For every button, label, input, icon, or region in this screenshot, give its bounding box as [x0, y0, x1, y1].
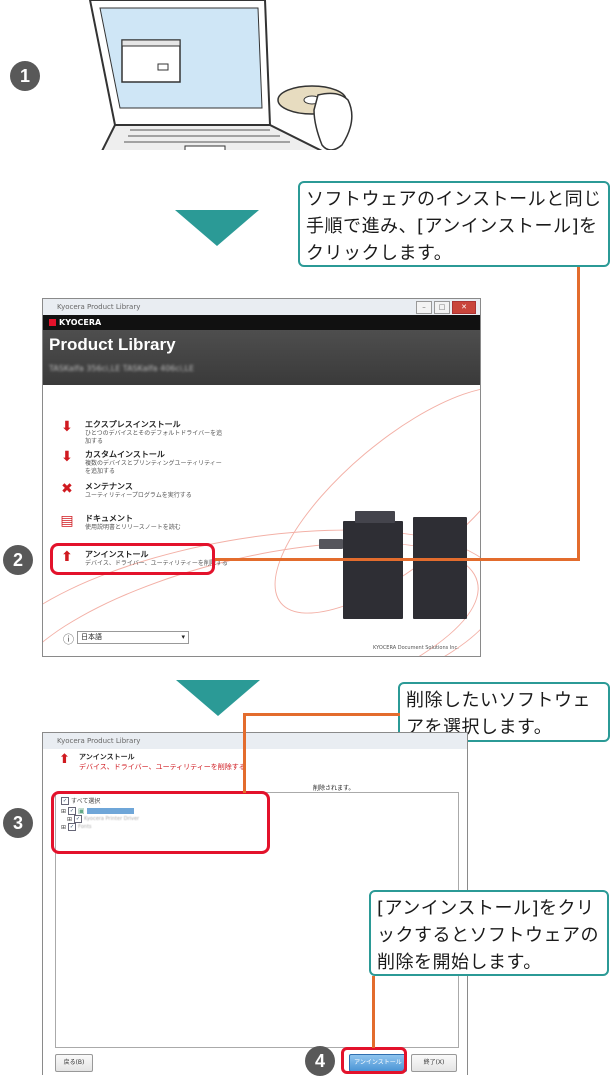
menu-title: エクスプレスインストール [85, 420, 181, 429]
window-titlebar: Kyocera Product Library – □ ✕ [43, 299, 480, 315]
printer-image-right [413, 517, 467, 619]
menu-title: カスタムインストール [85, 450, 165, 459]
window-titlebar: Kyocera Product Library [43, 733, 467, 749]
brand-name: KYOCERA [59, 318, 102, 327]
chevron-down-icon: ▾ [181, 633, 185, 641]
menu-custom-install[interactable]: ⬇ カスタムインストール 複数のデバイスとプリンティングユーティリティーを追加す… [59, 449, 225, 476]
step-1-badge: 1 [10, 61, 40, 91]
highlight-uninstall-button [341, 1047, 407, 1074]
connector-line [243, 713, 246, 793]
connector-line [577, 267, 580, 561]
maximize-button[interactable]: □ [434, 301, 450, 314]
menu-maintenance[interactable]: ✖ メンテナンス ユーティリティープログラムを実行する [59, 481, 225, 500]
kyocera-logo-icon [49, 319, 56, 326]
download-icon: ⬇ [61, 419, 73, 435]
connector-line [243, 713, 400, 716]
tools-icon: ✖ [61, 481, 73, 497]
uninstall-heading: アンインストール [79, 753, 135, 761]
notice-text: 削除されます。 [313, 785, 355, 792]
brand-bar: KYOCERA [43, 315, 480, 330]
product-title: Product Library [49, 335, 176, 354]
menu-title: ドキュメント [85, 514, 133, 523]
step-4-badge: 4 [305, 1046, 335, 1076]
back-button[interactable]: 戻る(B) [55, 1054, 93, 1072]
connector-line [372, 976, 375, 1048]
highlight-uninstall-menu [50, 543, 215, 575]
window-title: Kyocera Product Library [57, 303, 141, 311]
help-icon[interactable]: ⓘ [63, 631, 74, 647]
language-select[interactable]: 日本語 ▾ [77, 631, 189, 644]
menu-desc: ユーティリティープログラムを実行する [85, 492, 192, 499]
step-2-badge: 2 [3, 545, 33, 575]
printer-image-left [343, 521, 403, 619]
uninstall-icon: ⬆ [59, 752, 70, 767]
printer-scanner-left [355, 511, 395, 523]
uninstall-subheading: デバイス、ドライバー、ユーティリティーを削除する [79, 763, 246, 771]
window-title: Kyocera Product Library [57, 737, 141, 745]
minimize-button[interactable]: – [416, 301, 432, 314]
flow-arrow-1 [175, 210, 259, 246]
printer-tray [319, 539, 343, 549]
menu-documents[interactable]: ▤ ドキュメント 使用説明書とリリースノートを読む [59, 513, 225, 532]
product-header: Product Library TASKalfa 356ci,LE TASKal… [43, 330, 480, 385]
close-button[interactable]: ✕ [452, 301, 476, 314]
menu-desc: 使用説明書とリリースノートを読む [85, 524, 181, 531]
product-library-window: Kyocera Product Library – □ ✕ KYOCERA Pr… [42, 298, 481, 657]
highlight-software-tree [51, 791, 270, 854]
callout-start-uninstall: [アンインストール]をクリックするとソフトウェアの削除を開始します。 [369, 890, 609, 976]
flow-arrow-2 [176, 680, 260, 716]
menu-desc: 複数のデバイスとプリンティングユーティリティーを追加する [85, 460, 222, 475]
callout-uninstall-instruction: ソフトウェアのインストールと同じ手順で進み、[アンインストール]をクリックします… [298, 181, 610, 267]
custom-install-icon: ⬇ [61, 449, 73, 465]
copyright-text: KYOCERA Document Solutions Inc. [373, 645, 459, 651]
menu-title: メンテナンス [85, 482, 133, 491]
connector-line [215, 558, 580, 561]
language-value: 日本語 [81, 633, 102, 641]
product-models: TASKalfa 356ci,LE TASKalfa 406ci,LE [49, 364, 195, 373]
laptop-cd-illustration [88, 0, 353, 150]
finish-button[interactable]: 終了(X) [411, 1054, 457, 1072]
menu-express-install[interactable]: ⬇ エクスプレスインストール ひとつのデバイスとそのデフォルトドライバーを追加す… [59, 419, 225, 446]
menu-desc: ひとつのデバイスとそのデフォルトドライバーを追加する [85, 430, 223, 445]
document-icon: ▤ [60, 513, 74, 529]
step-3-badge: 3 [3, 808, 33, 838]
